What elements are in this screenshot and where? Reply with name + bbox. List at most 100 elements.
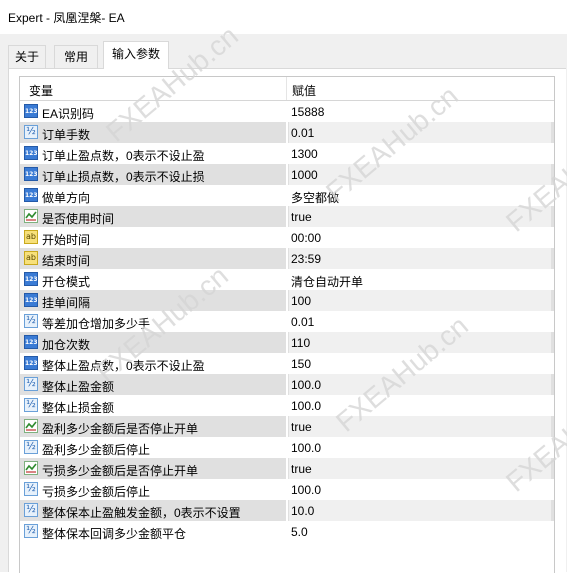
parameter-value-cell[interactable]: true [289, 458, 551, 479]
tab-about[interactable]: 关于 [8, 45, 46, 68]
tab-common[interactable]: 常用 [54, 45, 98, 68]
boolean-type-icon [24, 209, 38, 223]
parameter-value-cell[interactable]: 100.0 [289, 479, 551, 500]
double-type-icon [24, 125, 38, 139]
cell-divider [286, 458, 288, 479]
parameter-value-cell[interactable]: 5.0 [289, 521, 551, 542]
parameter-name-cell[interactable]: 加仓次数 [22, 332, 286, 353]
cell-divider [286, 374, 288, 395]
parameter-name-cell[interactable]: 等差加仓增加多少手 [22, 311, 286, 332]
parameter-row[interactable]: 等差加仓增加多少手 0.01 [20, 311, 554, 332]
parameter-value-cell[interactable]: 10.0 [289, 500, 551, 521]
tab-about-label: 关于 [14, 50, 39, 64]
parameter-name-cell[interactable]: 订单止损点数，0表示不设止损 [22, 164, 286, 185]
cell-divider [286, 353, 288, 374]
parameter-row[interactable]: 亏损多少金额后是否停止开单 true [20, 458, 554, 479]
parameter-name-cell[interactable]: 开始时间 [22, 227, 286, 248]
integer-type-icon [24, 356, 38, 370]
cell-divider [286, 311, 288, 332]
parameter-row[interactable]: 亏损多少金额后停止 100.0 [20, 479, 554, 500]
parameter-name-cell[interactable]: 订单手数 [22, 122, 286, 143]
parameter-value-cell[interactable]: 110 [289, 332, 551, 353]
double-type-icon [24, 398, 38, 412]
parameter-name-cell[interactable]: 盈利多少金额后停止 [22, 437, 286, 458]
cell-divider [286, 290, 288, 311]
parameter-value-cell[interactable]: 00:00 [289, 227, 551, 248]
parameter-name-cell[interactable]: 盈利多少金额后是否停止开单 [22, 416, 286, 437]
parameter-name: 亏损多少金额后停止 [42, 485, 151, 499]
parameter-name-cell[interactable]: 整体止盈金额 [22, 374, 286, 395]
parameter-name-cell[interactable]: 开仓模式 [22, 269, 286, 290]
parameter-value-cell[interactable]: 15888 [289, 101, 551, 122]
parameter-row[interactable]: 整体止盈金额 100.0 [20, 374, 554, 395]
parameter-value: 100 [291, 294, 312, 308]
parameter-value-cell[interactable]: 23:59 [289, 248, 551, 269]
parameter-value-cell[interactable]: 0.01 [289, 311, 551, 332]
column-header-variable[interactable]: 变量 [29, 82, 53, 99]
parameter-name-cell[interactable]: 挂单间隔 [22, 290, 286, 311]
parameter-row[interactable]: 整体止损金额 100.0 [20, 395, 554, 416]
parameter-value: true [291, 210, 312, 224]
parameter-name: 等差加仓增加多少手 [42, 317, 151, 331]
parameter-name-cell[interactable]: 整体止损金额 [22, 395, 286, 416]
parameter-row[interactable]: 盈利多少金额后停止 100.0 [20, 437, 554, 458]
parameter-value: 23:59 [291, 252, 322, 266]
parameter-name-cell[interactable]: 做单方向 [22, 185, 286, 206]
parameter-value-cell[interactable]: true [289, 206, 551, 227]
parameter-name-cell[interactable]: 整体保本止盈触发金额，0表示不设置 [22, 500, 286, 521]
parameter-value-cell[interactable]: 清仓自动开单 [289, 269, 551, 290]
parameter-value-cell[interactable]: 100.0 [289, 437, 551, 458]
parameter-value-cell[interactable]: 100.0 [289, 374, 551, 395]
enum-type-icon [24, 188, 38, 202]
parameter-row[interactable]: 做单方向 多空都做 [20, 185, 554, 206]
cell-divider [286, 206, 288, 227]
parameter-name-cell[interactable]: 亏损多少金额后是否停止开单 [22, 458, 286, 479]
parameter-value-cell[interactable]: 多空都做 [289, 185, 551, 206]
parameter-name-cell[interactable]: 是否使用时间 [22, 206, 286, 227]
parameter-row[interactable]: 结束时间 23:59 [20, 248, 554, 269]
parameter-row[interactable]: 订单手数 0.01 [20, 122, 554, 143]
parameter-value-cell[interactable]: 100 [289, 290, 551, 311]
parameter-name: 挂单间隔 [42, 296, 91, 310]
parameter-row[interactable]: 订单止盈点数，0表示不设止盈 1300 [20, 143, 554, 164]
parameter-row[interactable]: 整体止盈点数，0表示不设止盈 150 [20, 353, 554, 374]
integer-type-icon [24, 293, 38, 307]
parameter-name-cell[interactable]: 整体止盈点数，0表示不设止盈 [22, 353, 286, 374]
parameter-row[interactable]: EA识别码 15888 [20, 101, 554, 122]
parameter-value-cell[interactable]: true [289, 416, 551, 437]
column-divider[interactable] [286, 77, 287, 100]
parameter-row[interactable]: 加仓次数 110 [20, 332, 554, 353]
parameter-name-cell[interactable]: 整体保本回调多少金额平仓 [22, 521, 286, 542]
integer-type-icon [24, 167, 38, 181]
parameter-row[interactable]: 整体保本止盈触发金额，0表示不设置 10.0 [20, 500, 554, 521]
double-type-icon [24, 524, 38, 538]
parameter-row[interactable]: 整体保本回调多少金额平仓 5.0 [20, 521, 554, 542]
parameter-value-cell[interactable]: 0.01 [289, 122, 551, 143]
parameter-name-cell[interactable]: 结束时间 [22, 248, 286, 269]
parameter-row[interactable]: 开始时间 00:00 [20, 227, 554, 248]
cell-divider [286, 143, 288, 164]
parameter-row[interactable]: 开仓模式 清仓自动开单 [20, 269, 554, 290]
parameter-name: 订单止损点数，0表示不设止损 [42, 170, 205, 184]
parameter-row[interactable]: 是否使用时间 true [20, 206, 554, 227]
parameter-name-cell[interactable]: 亏损多少金额后停止 [22, 479, 286, 500]
parameter-value-cell[interactable]: 1300 [289, 143, 551, 164]
parameter-row[interactable]: 订单止损点数，0表示不设止损 1000 [20, 164, 554, 185]
cell-divider [286, 332, 288, 353]
tab-inputs[interactable]: 输入参数 [103, 41, 169, 69]
enum-type-icon [24, 272, 38, 286]
parameter-row[interactable]: 盈利多少金额后是否停止开单 true [20, 416, 554, 437]
parameter-name: 结束时间 [42, 254, 91, 268]
inputs-panel: 变量 赋值 EA识别码 15888 订单手数 0.01 订单止盈点数，0表示不设止盈 13… [8, 68, 566, 573]
parameter-name-cell[interactable]: 订单止盈点数，0表示不设止盈 [22, 143, 286, 164]
parameter-value-cell[interactable]: 150 [289, 353, 551, 374]
parameter-name-cell[interactable]: EA识别码 [22, 101, 286, 122]
parameter-value-cell[interactable]: 1000 [289, 164, 551, 185]
parameter-name: 整体保本止盈触发金额，0表示不设置 [42, 506, 241, 520]
parameter-row[interactable]: 挂单间隔 100 [20, 290, 554, 311]
parameter-value-cell[interactable]: 100.0 [289, 395, 551, 416]
integer-type-icon [24, 335, 38, 349]
column-header-value[interactable]: 赋值 [292, 82, 316, 99]
cell-divider [286, 269, 288, 290]
boolean-type-icon [24, 461, 38, 475]
